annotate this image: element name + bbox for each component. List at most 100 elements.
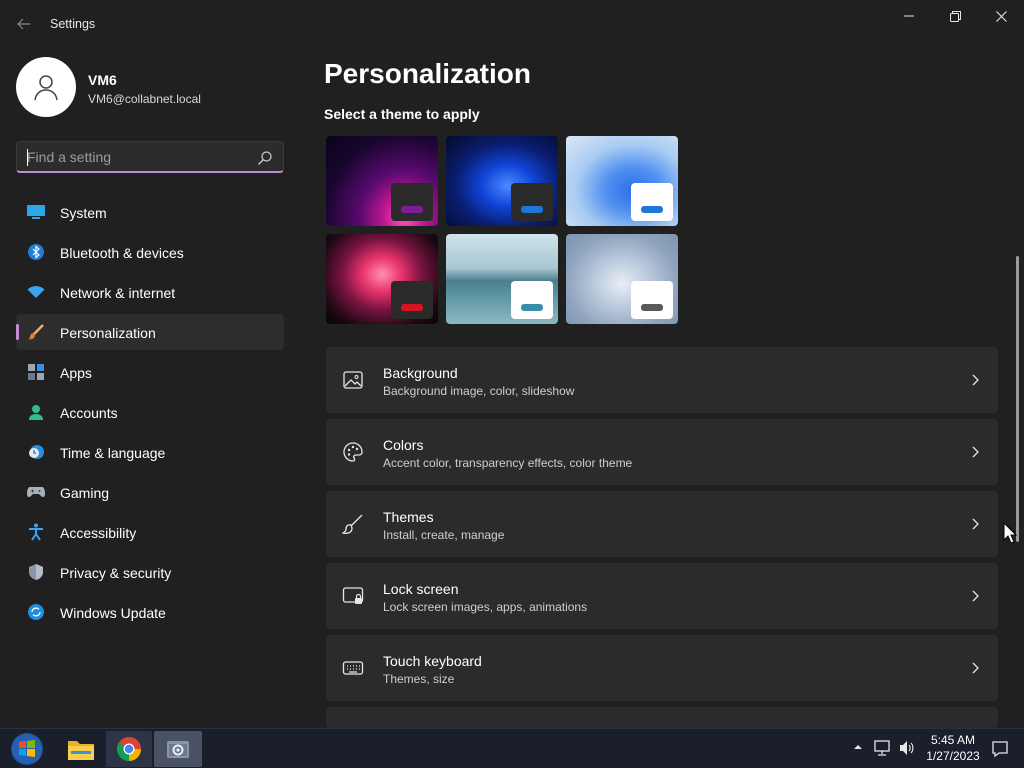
touch-keyboard-card[interactable]: Touch keyboard Themes, size	[326, 635, 998, 701]
card-subtitle: Themes, size	[383, 672, 455, 686]
sidebar-item-privacy[interactable]: Privacy & security	[16, 554, 284, 590]
sidebar-item-label: Gaming	[60, 485, 110, 501]
theme-accent-bar	[521, 304, 543, 311]
card-title: Colors	[383, 437, 424, 453]
scrollbar-thumb[interactable]	[1016, 256, 1019, 542]
sidebar-item-label: Apps	[60, 365, 92, 381]
card-title: Touch keyboard	[383, 653, 482, 669]
minimize-icon	[904, 15, 914, 17]
search-input[interactable]	[17, 142, 253, 172]
back-arrow-icon	[17, 18, 30, 30]
card-subtitle: Install, create, manage	[383, 528, 505, 542]
theme-preview-chip	[391, 183, 433, 221]
theme-preview-chip	[511, 281, 553, 319]
network-icon[interactable]	[873, 739, 891, 757]
restore-icon	[949, 10, 961, 22]
lock-screen-card[interactable]: Lock screen Lock screen images, apps, an…	[326, 563, 998, 629]
card-title: Background	[383, 365, 458, 381]
gamepad-icon	[27, 484, 45, 500]
sidebar-item-time-language[interactable]: Time & language	[16, 434, 284, 470]
notification-icon[interactable]	[991, 740, 1009, 758]
image-icon	[343, 371, 363, 389]
sidebar-item-network[interactable]: Network & internet	[16, 274, 284, 310]
theme-thumbnail-5[interactable]	[446, 234, 558, 324]
card-title: Lock screen	[383, 581, 459, 597]
sidebar-item-label: Windows Update	[60, 605, 166, 621]
taskbar-chrome[interactable]	[106, 731, 152, 767]
accessibility-icon	[27, 523, 45, 541]
person-icon	[34, 75, 58, 101]
page-title: Personalization	[324, 58, 531, 89]
clock-date[interactable]: 1/27/2023	[924, 749, 982, 763]
chrome-icon	[117, 737, 141, 761]
colors-card[interactable]: Colors Accent color, transparency effect…	[326, 419, 998, 485]
user-name: VM6	[88, 72, 117, 88]
search-box[interactable]	[16, 141, 284, 173]
title-bar: Settings	[0, 0, 1024, 48]
theme-preview-chip	[511, 183, 553, 221]
theme-thumbnail-3[interactable]	[566, 136, 678, 226]
search-icon[interactable]	[257, 150, 273, 166]
shield-icon	[27, 564, 45, 580]
sidebar-item-bluetooth[interactable]: Bluetooth & devices	[16, 234, 284, 270]
background-card[interactable]: Background Background image, color, slid…	[326, 347, 998, 413]
file-explorer-icon	[68, 741, 94, 760]
theme-preview-chip	[631, 183, 673, 221]
chevron-right-icon	[972, 446, 979, 458]
theme-thumbnail-1[interactable]	[326, 136, 438, 226]
close-icon	[995, 10, 1007, 22]
text-caret	[27, 149, 28, 166]
sidebar-item-label: Accounts	[60, 405, 118, 421]
bluetooth-icon	[27, 244, 45, 260]
theme-accent-bar	[401, 206, 423, 213]
taskbar: 5:45 AM 1/27/2023	[0, 728, 1024, 768]
user-email: VM6@collabnet.local	[88, 92, 201, 106]
keyboard-icon	[342, 661, 364, 675]
brush-icon	[27, 324, 45, 340]
brush-icon	[342, 514, 363, 534]
volume-icon[interactable]	[898, 739, 916, 757]
wifi-icon	[27, 284, 45, 300]
chevron-right-icon	[972, 662, 979, 674]
sidebar-item-personalization[interactable]: Personalization	[16, 314, 284, 350]
sidebar-item-accessibility[interactable]: Accessibility	[16, 514, 284, 550]
sidebar-nav: System Bluetooth & devices Network & int…	[16, 194, 284, 634]
chevron-right-icon	[972, 590, 979, 602]
theme-thumbnail-6[interactable]	[566, 234, 678, 324]
sidebar-item-apps[interactable]: Apps	[16, 354, 284, 390]
sidebar-item-accounts[interactable]: Accounts	[16, 394, 284, 430]
theme-accent-bar	[401, 304, 423, 311]
minimize-button[interactable]	[886, 0, 932, 32]
themes-card[interactable]: Themes Install, create, manage	[326, 491, 998, 557]
restore-button[interactable]	[932, 0, 978, 32]
apps-icon	[27, 364, 45, 380]
theme-thumbnail-4[interactable]	[326, 234, 438, 324]
sidebar-item-windows-update[interactable]: Windows Update	[16, 594, 284, 630]
taskbar-file-explorer[interactable]	[58, 731, 104, 767]
theme-accent-bar	[641, 206, 663, 213]
theme-accent-bar	[521, 206, 543, 213]
theme-accent-bar	[641, 304, 663, 311]
start-button[interactable]	[4, 731, 50, 767]
chevron-right-icon	[972, 518, 979, 530]
lock-screen-icon	[342, 587, 364, 604]
taskbar-settings[interactable]	[154, 731, 202, 767]
system-icon	[27, 204, 45, 220]
accounts-icon	[27, 404, 45, 420]
sidebar-item-system[interactable]: System	[16, 194, 284, 230]
chevron-up-icon[interactable]	[852, 742, 864, 752]
themes-section-label: Select a theme to apply	[324, 106, 480, 122]
sidebar-item-label: Privacy & security	[60, 565, 172, 581]
app-title: Settings	[50, 17, 96, 31]
windows-start-icon	[11, 733, 43, 765]
close-button[interactable]	[978, 0, 1024, 32]
theme-preview-chip	[391, 281, 433, 319]
sidebar-item-label: Accessibility	[60, 525, 137, 541]
theme-thumbnail-2[interactable]	[446, 136, 558, 226]
sidebar-item-gaming[interactable]: Gaming	[16, 474, 284, 510]
mouse-cursor-icon	[1003, 522, 1017, 544]
card-subtitle: Background image, color, slideshow	[383, 384, 575, 398]
back-button[interactable]	[10, 10, 38, 38]
next-settings-card[interactable]	[326, 707, 998, 728]
clock-time[interactable]: 5:45 AM	[926, 733, 980, 747]
